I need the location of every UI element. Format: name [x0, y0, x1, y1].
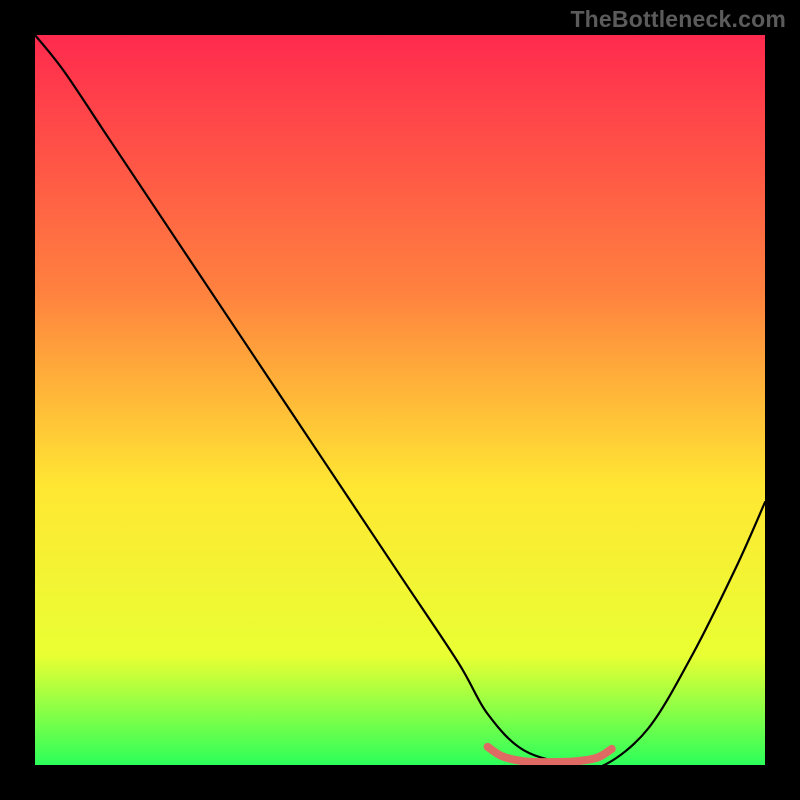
chart-frame: TheBottleneck.com [0, 0, 800, 800]
gradient-background [35, 35, 765, 765]
plot-area [35, 35, 765, 765]
watermark-text: TheBottleneck.com [570, 6, 786, 33]
chart-svg [35, 35, 765, 765]
